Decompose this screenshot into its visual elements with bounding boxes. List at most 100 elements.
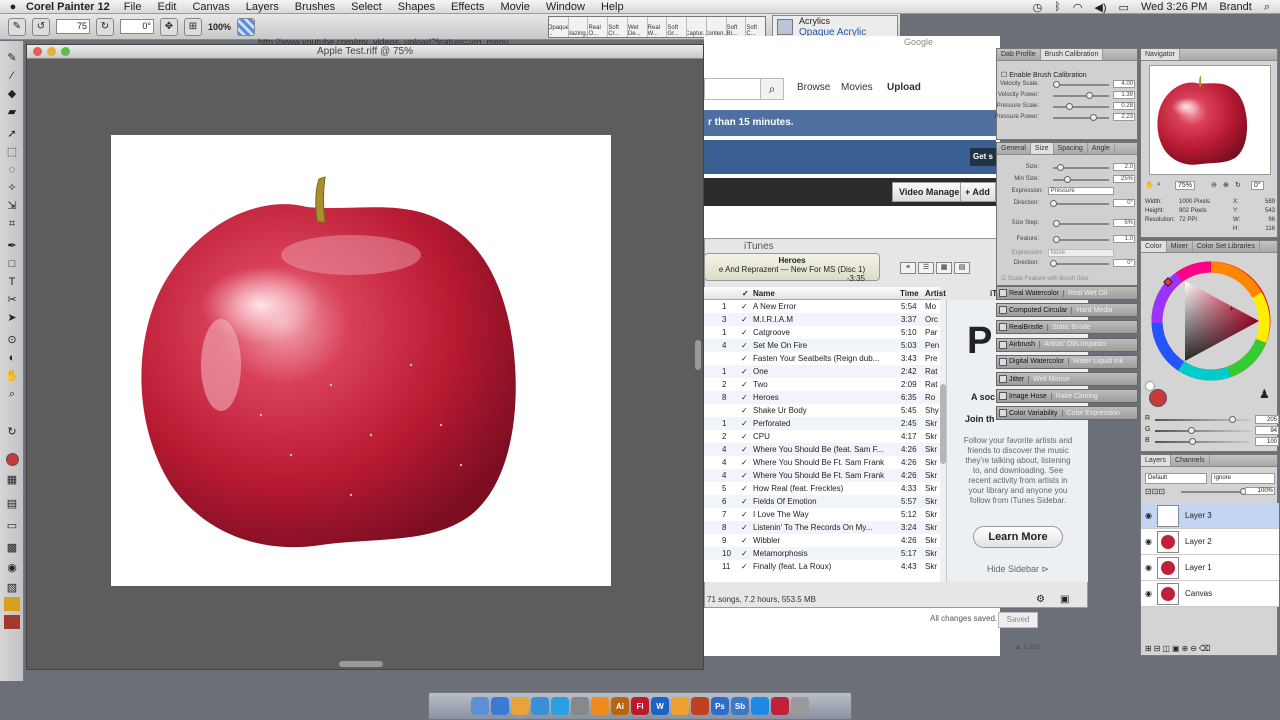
lasso-tool-icon[interactable]: ◌ <box>4 163 20 177</box>
apple-menu-icon[interactable]: ● <box>0 1 26 13</box>
opacity-slider[interactable] <box>1181 488 1247 495</box>
track-row[interactable]: 10 ✓ Metamorphosis 5:17 Skr <box>704 547 940 560</box>
album-view-icon[interactable]: ☰ <box>918 262 934 274</box>
rgb-slider-knob[interactable] <box>1189 438 1197 445</box>
tab-channels[interactable]: Channels <box>1171 455 1210 466</box>
rgb-value[interactable]: 94 <box>1255 426 1279 435</box>
layer-row[interactable]: ◉ Canvas <box>1141 581 1279 607</box>
saved-button[interactable]: Saved <box>998 612 1038 628</box>
calibration-slider-knob[interactable] <box>1086 92 1094 99</box>
panel-close-icon[interactable] <box>999 323 1007 332</box>
track-checkbox[interactable]: ✓ <box>741 339 748 352</box>
recent-brush-1[interactable]: Opaque ... <box>549 17 569 37</box>
calibration-slider-knob[interactable] <box>1065 103 1073 110</box>
panel-close-icon[interactable] <box>999 289 1007 297</box>
panel-tab-inactive[interactable]: Color Expression <box>1063 410 1120 417</box>
size-setting-slider[interactable] <box>1053 239 1109 241</box>
track-row[interactable]: 3 ✓ M.I.R.I.A.M 3:37 Orc <box>704 313 940 326</box>
nav-zoom-out-icon[interactable]: ⊖ <box>1211 181 1217 189</box>
layers-toolbar[interactable]: ⊞⊟◫▣⊕⊖⌫ <box>1145 644 1212 653</box>
nav-zoom-in-icon[interactable]: ⊕ <box>1223 181 1229 189</box>
tab-angle[interactable]: Angle <box>1088 143 1115 154</box>
size-setting-slider-knob[interactable] <box>1052 220 1060 227</box>
coverflow-view-icon[interactable]: ▤ <box>954 262 970 274</box>
magic-wand-tool-icon[interactable]: ✧ <box>4 181 20 195</box>
navigator-thumbnail[interactable] <box>1149 65 1271 175</box>
panel-tab-active[interactable]: Computed Circular <box>1009 306 1073 314</box>
size-setting-slider[interactable] <box>1053 223 1109 225</box>
layer-lock-icons[interactable]: ⊡⊡⊡ <box>1145 487 1165 496</box>
check-column-icon[interactable]: ✓ <box>742 289 749 298</box>
close-window-icon[interactable] <box>33 47 42 56</box>
calibration-slider[interactable] <box>1053 84 1109 86</box>
track-row[interactable]: 4 ✓ Set Me On Fire 5:03 Pen <box>704 339 940 352</box>
reset-tool-icon[interactable]: ↺ <box>32 17 50 36</box>
recent-brush-8[interactable]: Captur... <box>687 17 707 37</box>
nav-movies[interactable]: Movies <box>841 82 873 93</box>
pen-tool-icon[interactable]: ✒ <box>4 239 20 253</box>
main-color-swatch[interactable] <box>6 453 19 466</box>
tab-size[interactable]: Size <box>1030 143 1054 154</box>
calibration-value[interactable]: 4.00 <box>1113 80 1135 88</box>
track-checkbox[interactable]: ✓ <box>741 352 748 365</box>
bluetooth-icon[interactable]: ᛒ <box>1054 1 1061 13</box>
recent-brush-3[interactable]: Real O... <box>588 17 609 37</box>
track-checkbox[interactable]: ✓ <box>741 547 748 560</box>
screen-mode-icon[interactable]: ▭ <box>4 519 20 533</box>
track-checkbox[interactable]: ✓ <box>741 391 748 404</box>
nav-angle-field[interactable]: 0° <box>1251 181 1264 190</box>
track-checkbox[interactable]: ✓ <box>741 300 748 313</box>
volume-icon[interactable]: ◀) <box>1094 1 1106 14</box>
recent-brush-7[interactable]: Soft Gr... <box>667 17 688 37</box>
size-setting-value[interactable]: 5% <box>1113 219 1135 227</box>
menu-help[interactable]: Help <box>601 1 624 13</box>
panel-tab-active[interactable]: Color Variability <box>1009 409 1063 417</box>
track-checkbox[interactable]: ✓ <box>741 456 748 469</box>
size-setting-value[interactable]: 0° <box>1113 199 1135 207</box>
brush-size-field[interactable]: 75 <box>56 19 90 34</box>
panel-tab-active[interactable]: Real Watercolor <box>1009 289 1064 297</box>
rgb-slider[interactable] <box>1155 419 1251 421</box>
size-setting-slider[interactable] <box>1053 263 1109 265</box>
size-setting-slider-knob[interactable] <box>1064 176 1071 183</box>
recent-brush-11[interactable]: Soft C... <box>746 17 765 37</box>
expression-select-2[interactable]: None <box>1047 249 1114 257</box>
grid-view-icon[interactable]: ▦ <box>936 262 952 274</box>
track-checkbox[interactable]: ✓ <box>741 365 748 378</box>
panel-close-icon[interactable] <box>999 357 1007 366</box>
brush-tool-icon[interactable]: ✎ <box>8 17 26 36</box>
size-setting-slider-knob[interactable] <box>1056 164 1064 171</box>
current-color-swatch[interactable] <box>1149 389 1167 407</box>
size-setting-slider-knob[interactable] <box>1052 236 1060 243</box>
dock-app-grab-icon[interactable] <box>571 697 589 715</box>
panel-tab-inactive[interactable]: Real Wet Oil <box>1064 290 1107 297</box>
tab-dab-profile[interactable]: Dab Profile <box>997 49 1041 60</box>
menu-edit[interactable]: Edit <box>158 1 177 13</box>
panel-tab-active[interactable]: RealBristle <box>1009 323 1048 331</box>
grabber-tool-icon[interactable]: ✋ <box>4 369 20 383</box>
track-checkbox[interactable]: ✓ <box>741 469 748 482</box>
tab-layers[interactable]: Layers <box>1141 455 1172 466</box>
dock-app-app-store-icon[interactable] <box>531 697 549 715</box>
panel-close-icon[interactable] <box>999 375 1007 383</box>
vertical-scroll-thumb[interactable] <box>695 340 701 370</box>
panel-tab-inactive[interactable]: Rake Cloning <box>1052 393 1098 400</box>
panel-tab-inactive[interactable]: Hard Media <box>1072 307 1112 314</box>
size-setting-slider[interactable] <box>1053 203 1109 205</box>
track-checkbox[interactable]: ✓ <box>741 508 748 521</box>
brush-tool-icon[interactable]: ✎ <box>4 51 20 65</box>
track-checkbox[interactable]: ✓ <box>741 443 748 456</box>
paper-selector-icon[interactable]: ▦ <box>4 473 20 487</box>
menu-select[interactable]: Select <box>351 1 382 13</box>
rgb-value[interactable]: 205 <box>1255 415 1279 424</box>
dock-app-finder-icon[interactable] <box>471 697 489 715</box>
dock-app-chrome-icon[interactable] <box>511 697 529 715</box>
app-menu[interactable]: Corel Painter 12 <box>26 1 110 13</box>
color-wheel[interactable]: + <box>1145 257 1275 387</box>
calibration-value[interactable]: 1.39 <box>1113 91 1135 99</box>
settings-gear-icon[interactable]: ⚙ <box>1036 594 1045 605</box>
recent-brush-9[interactable]: Conten... <box>707 17 727 37</box>
size-setting-slider-knob[interactable] <box>1050 260 1057 267</box>
nozzle-selector-icon[interactable]: ◉ <box>4 561 20 575</box>
track-row[interactable]: 11 ✓ Finally (feat. La Roux) 4:43 Skr <box>704 560 940 573</box>
